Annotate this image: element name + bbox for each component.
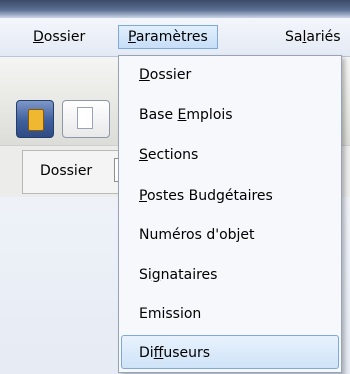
document-icon: [77, 107, 93, 129]
window-title-strip: [0, 0, 350, 18]
menu-parametres-label-post: aramètres: [135, 29, 208, 45]
dropdown-item-base-emplois-post: mplois: [186, 107, 233, 123]
menu-dossier[interactable]: Dossier: [24, 25, 94, 49]
menu-bar: Dossier Paramètres Salariés: [0, 18, 350, 57]
dropdown-item-signataires-pre: Si: [139, 267, 152, 283]
dropdown-item-signataires-accel: g: [151, 267, 161, 283]
dropdown-item-diffuseurs-post: useurs: [163, 345, 211, 361]
dossier-field-label: Dossier: [40, 163, 93, 179]
dropdown-item-sections-accel: S: [139, 147, 148, 163]
menu-dossier-label-post: ossier: [43, 29, 86, 45]
dropdown-item-emission[interactable]: Emission: [139, 300, 201, 328]
menu-parametres-label-accel: P: [128, 29, 136, 45]
dropdown-item-sections-post: ections: [147, 147, 199, 163]
dropdown-item-emission-pre: Emission: [139, 306, 202, 322]
dropdown-item-postes-budgetaires-post: ostes Budgétaires: [146, 188, 273, 204]
menu-parametres[interactable]: Paramètres: [118, 25, 218, 49]
dropdown-item-signataires[interactable]: Signataires: [139, 261, 217, 289]
dropdown-item-diffuseurs-pre: Di: [139, 345, 154, 361]
dropdown-item-postes-budgetaires-accel: P: [139, 188, 147, 204]
parametres-dropdown-menu: Dossier Base Emplois Sections Postes Bud…: [118, 55, 342, 373]
new-document-button[interactable]: [62, 100, 110, 138]
dropdown-item-dossier-post: ossier: [149, 67, 192, 83]
dropdown-item-sections[interactable]: Sections: [139, 141, 198, 169]
dropdown-item-numeros-objet[interactable]: Numéros d'objet: [139, 221, 255, 249]
dropdown-item-base-emplois[interactable]: Base Emplois: [139, 101, 233, 129]
open-folder-button[interactable]: [16, 100, 54, 138]
menu-salaries-label-post: ariés: [306, 29, 341, 45]
menu-dossier-label-accel: D: [33, 29, 44, 45]
folder-icon: [28, 109, 44, 131]
dropdown-item-dossier[interactable]: Dossier: [139, 61, 191, 89]
dropdown-item-postes-budgetaires[interactable]: Postes Budgétaires: [139, 182, 273, 210]
menu-salaries[interactable]: Salariés: [276, 25, 350, 49]
dropdown-item-diffuseurs[interactable]: Diffuseurs: [139, 339, 210, 367]
dropdown-item-base-emplois-pre: Base: [139, 107, 178, 123]
dropdown-item-numeros-objet-pre: Numéros d'objet: [139, 227, 255, 243]
dropdown-item-diffuseurs-accel: ff: [153, 345, 164, 361]
menu-salaries-label-pre: Sa: [285, 29, 303, 45]
dropdown-item-signataires-post: nataires: [160, 267, 218, 283]
dropdown-item-dossier-accel: D: [139, 67, 150, 83]
